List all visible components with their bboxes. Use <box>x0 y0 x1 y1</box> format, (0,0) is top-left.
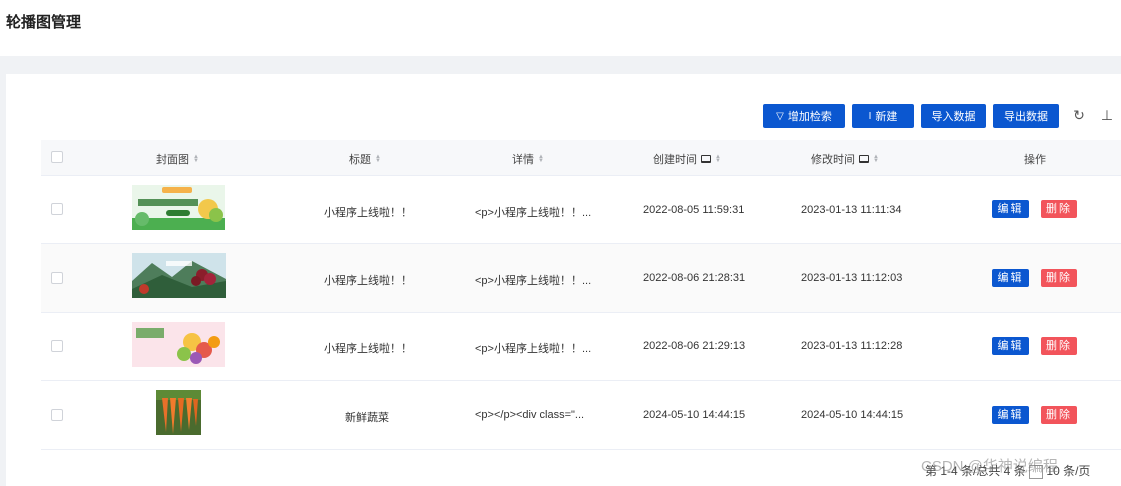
cover-image <box>132 185 225 230</box>
cover-image <box>156 390 201 435</box>
sort-icon[interactable]: ▲ ▼ <box>538 154 544 164</box>
table-header <box>41 140 1121 176</box>
refresh-icon[interactable]: ↻ <box>1071 106 1087 124</box>
calendar-icon <box>701 155 711 163</box>
new-label: 新建 <box>875 111 898 123</box>
import-button[interactable]: 导入数据 <box>921 104 986 128</box>
filter-icon: ▽ <box>776 110 784 122</box>
row-checkbox[interactable] <box>51 409 63 421</box>
delete-button[interactable]: 删除 <box>1041 200 1077 218</box>
header-created[interactable]: 创建时间 ▲ ▼ <box>653 151 721 167</box>
header-title[interactable]: 标题 ▲ ▼ <box>349 151 381 167</box>
row-created: 2022-08-06 21:28:31 <box>643 272 746 284</box>
edit-button[interactable]: 编辑 <box>992 269 1029 287</box>
header-cover-label: 封面图 <box>156 154 189 166</box>
export-button[interactable]: 导出数据 <box>993 104 1059 128</box>
select-all-checkbox[interactable] <box>51 151 63 163</box>
header-modified-label: 修改时间 <box>811 154 855 166</box>
header-cover[interactable]: 封面图 ▲ ▼ <box>156 151 199 167</box>
row-detail: <p>小程序上线啦！！... <box>475 275 592 287</box>
add-search-label: 增加检索 <box>787 111 832 123</box>
page-size-select[interactable]: 10 条/页 <box>1046 464 1090 478</box>
current-page-box[interactable] <box>1029 464 1044 479</box>
edit-button[interactable]: 编辑 <box>992 406 1029 424</box>
row-modified: 2023-01-13 11:12:03 <box>801 272 903 284</box>
sort-icon[interactable]: ▲ ▼ <box>715 154 721 164</box>
row-modified: 2023-01-13 11:12:28 <box>801 340 903 352</box>
row-modified: 2023-01-13 11:11:34 <box>801 204 902 216</box>
row-checkbox[interactable] <box>51 272 63 284</box>
row-detail: <p>小程序上线啦！！... <box>475 207 592 219</box>
sort-icon[interactable]: ▲ ▼ <box>873 154 879 164</box>
row-detail: <p></p><div class="... <box>475 409 585 421</box>
row-detail: <p>小程序上线啦！！... <box>475 343 592 355</box>
header-detail-label: 详情 <box>512 154 534 166</box>
add-search-button[interactable]: ▽ 增加检索 <box>763 104 845 128</box>
calendar-icon <box>859 155 869 163</box>
pagination-total: 第 1-4 条/总共 4 条 <box>925 464 1026 478</box>
header-actions: 操作 <box>1024 151 1046 167</box>
row-title: 小程序上线啦！！ <box>324 207 412 219</box>
edit-button[interactable]: 编辑 <box>992 337 1029 355</box>
cover-image <box>132 322 225 367</box>
cover-image <box>132 253 226 298</box>
sort-icon[interactable]: ▲ ▼ <box>375 154 381 164</box>
row-title: 小程序上线啦！！ <box>324 343 412 355</box>
page-title: 轮播图管理 <box>6 14 82 31</box>
header-detail[interactable]: 详情 ▲ ▼ <box>512 151 544 167</box>
edit-button[interactable]: 编辑 <box>992 200 1029 218</box>
row-created: 2022-08-05 11:59:31 <box>643 204 745 216</box>
header-created-label: 创建时间 <box>653 154 697 166</box>
column-density-icon[interactable]: ⊥ <box>1099 106 1115 124</box>
row-title: 小程序上线啦！！ <box>324 275 412 287</box>
content-gap <box>0 56 1121 74</box>
export-label: 导出数据 <box>1004 111 1048 123</box>
header-title-label: 标题 <box>349 154 371 166</box>
page-header: 轮播图管理 <box>0 0 1121 56</box>
delete-button[interactable]: 删除 <box>1041 269 1077 287</box>
cursor-icon: I <box>868 110 872 122</box>
import-label: 导入数据 <box>931 111 976 123</box>
delete-button[interactable]: 删除 <box>1041 337 1077 355</box>
row-modified: 2024-05-10 14:44:15 <box>801 409 904 421</box>
delete-button[interactable]: 删除 <box>1041 406 1077 424</box>
sort-icon[interactable]: ▲ ▼ <box>193 154 199 164</box>
new-button[interactable]: I 新建 <box>852 104 914 128</box>
header-actions-label: 操作 <box>1024 154 1046 166</box>
header-modified[interactable]: 修改时间 ▲ ▼ <box>811 151 879 167</box>
row-checkbox[interactable] <box>51 340 63 352</box>
row-created: 2022-08-06 21:29:13 <box>643 340 746 352</box>
row-title: 新鲜蔬菜 <box>345 412 389 424</box>
row-created: 2024-05-10 14:44:15 <box>643 409 746 421</box>
row-checkbox[interactable] <box>51 203 63 215</box>
pagination: 第 1-4 条/总共 4 条 10 条/页 <box>925 462 1090 479</box>
